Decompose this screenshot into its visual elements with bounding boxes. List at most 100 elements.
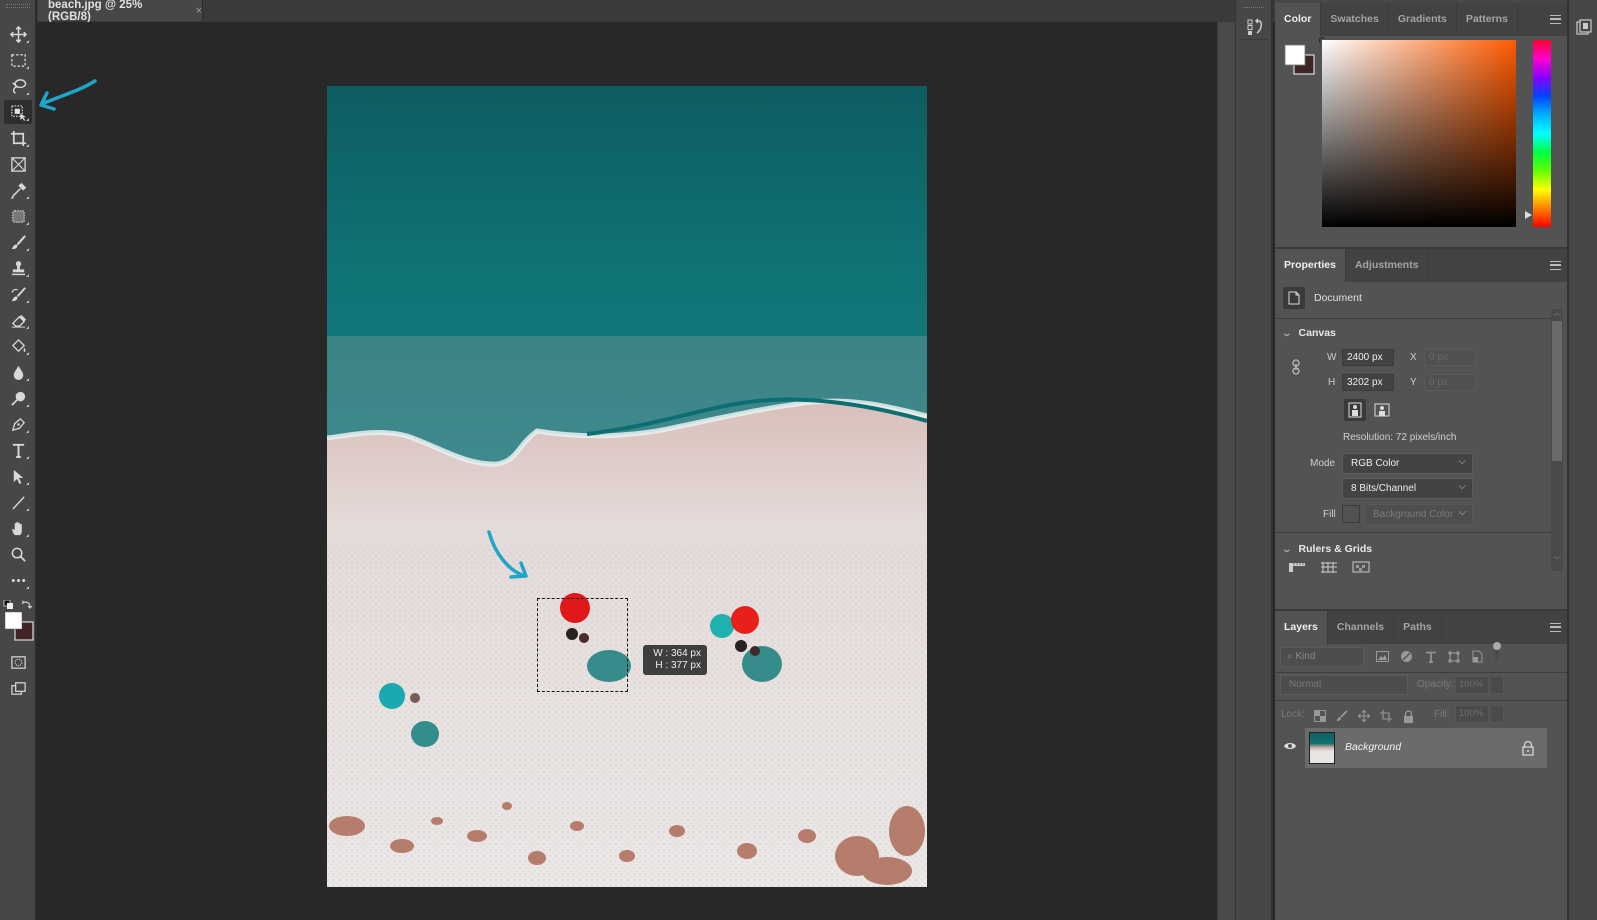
filter-toggle[interactable] <box>1489 641 1504 660</box>
brush-tool[interactable] <box>4 230 32 254</box>
fill-field[interactable]: 100% <box>1455 705 1489 723</box>
layer-lock-icon[interactable] <box>1521 740 1535 756</box>
libraries-panel-button[interactable] <box>1573 16 1595 38</box>
swap-colors-icon[interactable] <box>21 600 33 609</box>
layer-row-background[interactable]: Background <box>1305 728 1547 768</box>
portrait-orientation-button[interactable] <box>1344 399 1366 421</box>
shape-icon <box>1448 651 1459 662</box>
tab-channels[interactable]: Channels <box>1328 611 1395 644</box>
line-icon <box>11 495 25 510</box>
landscape-orientation-button[interactable] <box>1371 399 1393 421</box>
selection-size-tooltip: W : 364 px H : 377 px <box>643 645 707 675</box>
path-selection-tool[interactable] <box>4 464 32 488</box>
properties-panel-menu-icon[interactable] <box>1550 261 1561 270</box>
document-row: Document <box>1283 287 1362 309</box>
lock-transparent-pixels[interactable] <box>1313 709 1327 723</box>
opacity-dropdown[interactable] <box>1490 676 1504 694</box>
properties-scrollbar[interactable]: ︿ ﹀ <box>1551 307 1563 571</box>
canvas-vertical-scrollbar[interactable] <box>1217 22 1235 920</box>
layer-filter-kind-select[interactable]: ⌕ Kind <box>1280 647 1364 667</box>
filter-adjustment-layers[interactable] <box>1399 649 1414 664</box>
move-tool[interactable] <box>4 22 32 46</box>
crop-tool[interactable] <box>4 126 32 150</box>
scrollbar-thumb[interactable] <box>1552 321 1562 461</box>
tab-properties[interactable]: Properties <box>1275 249 1346 282</box>
selection-marquee[interactable] <box>537 598 628 692</box>
guides-toggle[interactable] <box>1352 560 1370 574</box>
scroll-down-icon[interactable]: ﹀ <box>1553 555 1561 566</box>
ruler-icon <box>1289 563 1305 572</box>
eyedropper-tool[interactable] <box>4 178 32 202</box>
hand-tool[interactable] <box>4 516 32 540</box>
foreground-color-swatch[interactable] <box>4 611 23 630</box>
layer-visibility-toggle[interactable] <box>1281 737 1299 755</box>
pen-tool[interactable] <box>4 412 32 436</box>
panel-foreground-swatch[interactable] <box>1284 44 1306 66</box>
history-brush-tool[interactable] <box>4 282 32 306</box>
lock-artboard[interactable] <box>1379 709 1393 723</box>
scroll-up-icon[interactable]: ︿ <box>1553 307 1561 318</box>
lasso-tool[interactable] <box>4 74 32 98</box>
brush-icon <box>11 234 26 249</box>
dock-grip[interactable] <box>1244 7 1264 10</box>
link-dimensions-icon[interactable] <box>1291 359 1301 375</box>
zoom-tool[interactable] <box>4 542 32 566</box>
screen-mode-button[interactable] <box>4 676 32 700</box>
quick-mask-button[interactable] <box>4 650 32 674</box>
color-mode-select[interactable]: RGB Color <box>1342 453 1473 474</box>
dodge-tool[interactable] <box>4 386 32 410</box>
history-panel-button[interactable] <box>1242 14 1268 40</box>
tab-paths[interactable]: Paths <box>1394 611 1442 644</box>
bit-depth-select[interactable]: 8 Bits/Channel <box>1342 478 1473 499</box>
saturation-brightness-field[interactable] <box>1322 40 1516 227</box>
type-tool[interactable] <box>4 438 32 462</box>
object-selection-tool[interactable] <box>4 100 32 124</box>
document-label: Document <box>1314 292 1362 304</box>
guides-icon <box>1352 561 1370 573</box>
lock-position[interactable] <box>1357 709 1371 723</box>
paint-bucket-tool[interactable] <box>4 334 32 358</box>
lock-image-pixels[interactable] <box>1335 709 1349 723</box>
frame-tool[interactable] <box>4 152 32 176</box>
canvas-width-field[interactable]: 2400 px <box>1342 349 1394 366</box>
color-panel-menu-icon[interactable] <box>1550 15 1561 24</box>
blur-tool[interactable] <box>4 360 32 384</box>
hue-slider-handle[interactable] <box>1525 211 1532 219</box>
layers-panel-menu-icon[interactable] <box>1550 623 1561 632</box>
toolbar-grip[interactable] <box>6 4 30 8</box>
canvas-height-field[interactable]: 3202 px <box>1342 374 1394 391</box>
color-picker-pointer[interactable] <box>1319 37 1326 44</box>
tab-patterns[interactable]: Patterns <box>1457 3 1518 36</box>
rulers-toggle[interactable] <box>1288 560 1306 574</box>
beach-photo[interactable] <box>327 86 927 887</box>
filter-smart-objects[interactable] <box>1469 649 1484 664</box>
filter-shape-layers[interactable] <box>1446 649 1461 664</box>
canvas-section-header[interactable]: ⌄ Canvas <box>1281 327 1335 339</box>
clone-stamp-tool[interactable] <box>4 256 32 280</box>
fill-dropdown[interactable] <box>1490 705 1504 723</box>
frame-icon <box>10 156 26 172</box>
tab-swatches[interactable]: Swatches <box>1321 3 1389 36</box>
opacity-field[interactable]: 100% <box>1455 676 1489 694</box>
eraser-tool[interactable] <box>4 308 32 332</box>
rulers-grids-section-header[interactable]: ⌄ Rulers & Grids <box>1281 543 1372 555</box>
hue-slider[interactable] <box>1533 40 1551 227</box>
filter-type-layers[interactable] <box>1423 649 1438 664</box>
filter-pixel-layers[interactable] <box>1375 649 1390 664</box>
tab-adjustments[interactable]: Adjustments <box>1346 249 1429 282</box>
default-colors-icon[interactable] <box>3 599 13 609</box>
tab-gradients[interactable]: Gradients <box>1389 3 1457 36</box>
eraser-icon <box>11 314 26 328</box>
layers-panel-tabs: Layers Channels Paths <box>1275 611 1567 644</box>
spot-healing-tool[interactable] <box>4 204 32 228</box>
grid-toggle[interactable] <box>1320 560 1338 574</box>
lock-all[interactable] <box>1401 709 1415 723</box>
tab-color[interactable]: Color <box>1275 3 1322 36</box>
document-tab[interactable]: beach.jpg @ 25% (RGB/8) × <box>38 0 203 23</box>
rectangular-marquee-tool[interactable] <box>4 48 32 72</box>
close-tab-icon[interactable]: × <box>196 5 202 17</box>
tab-layers[interactable]: Layers <box>1275 611 1328 644</box>
edit-toolbar-button[interactable] <box>4 568 32 592</box>
line-tool[interactable] <box>4 490 32 514</box>
blend-mode-select[interactable]: Normal <box>1280 675 1408 695</box>
